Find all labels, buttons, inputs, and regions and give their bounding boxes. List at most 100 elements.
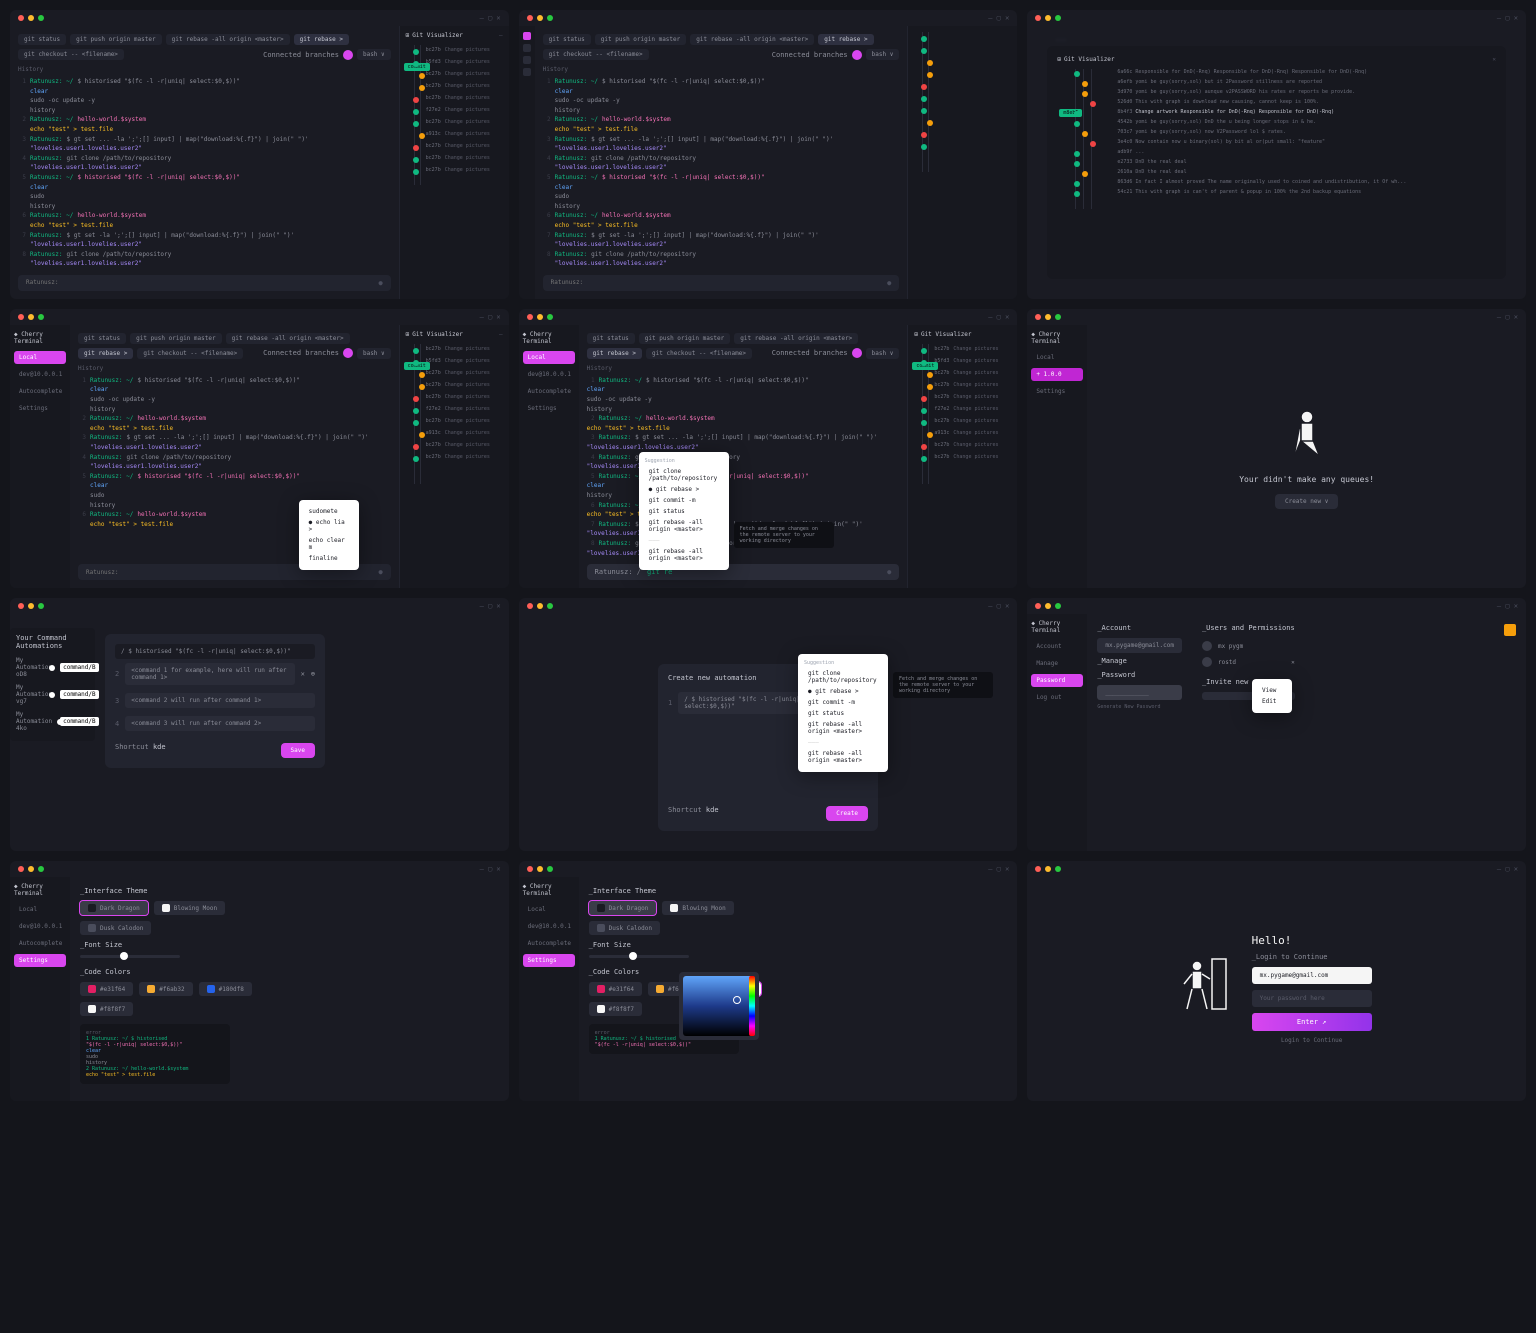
empty-text: Your didn't make any queues! [1239, 475, 1374, 484]
empty-queue-window: — ▢ ✕ ◆ Cherry Terminal Local + 1.0.0 Se… [1027, 309, 1526, 588]
login-window: — ▢ ✕ Hello! _Login to Continue mx.pygam… [1027, 861, 1526, 1101]
command-line[interactable]: / $ historised "$(fc -l -r|uniq| select:… [115, 644, 315, 659]
add-icon[interactable]: ⊕ [311, 670, 315, 678]
avatar [1202, 641, 1212, 651]
color-picker[interactable] [679, 972, 759, 1040]
suggest-tooltip: Fetch and merge changes on the remote se… [734, 522, 834, 548]
lang-select[interactable]: bash ∨ [357, 49, 391, 60]
panel-title: Your Command Automations [16, 634, 89, 650]
color-chip[interactable]: #e31f64 [80, 982, 133, 996]
avatar [1202, 657, 1212, 667]
suggestion-item[interactable]: ● echo lia > [305, 517, 353, 535]
sidebar-item[interactable]: dev@10.0.0.1 [14, 368, 66, 381]
automations-window: — ▢ ✕ Your Command Automations My Automa… [10, 598, 509, 851]
app-title: ◆ Cherry Terminal [14, 331, 66, 345]
nav-icon[interactable] [523, 32, 531, 40]
terminal-pane: git status git push origin master git re… [10, 26, 399, 299]
window-controls: — ▢ ✕ [480, 14, 501, 22]
empty-illustration-icon [1277, 405, 1337, 465]
git-visualizer: ⊞Git Visualizer— commit bc27bChange pict… [399, 26, 509, 299]
tab[interactable]: git rebase > [294, 34, 349, 45]
close-icon[interactable]: ✕ [1291, 659, 1295, 666]
user-row: rostd✕ [1202, 654, 1295, 670]
suggestion-item[interactable]: finaline [305, 553, 353, 564]
settings-content: _Account mx.pygame@gmail.com _Manage _Pa… [1087, 614, 1526, 851]
git-viz-modal: ⊞Git Visualizer✕ m8eb5 6a66c Responsible… [1047, 46, 1506, 279]
create-automation-window: — ▢ ✕ Create new automation 1/ $ histori… [519, 598, 1018, 851]
theme-chip[interactable]: Dusk Calodon [80, 921, 151, 935]
titlebar: — ▢ ✕ [10, 10, 509, 26]
max-dot[interactable] [38, 15, 44, 21]
history-label: History [18, 66, 391, 73]
login-content: Hello! _Login to Continue mx.pygame@gmai… [1027, 877, 1526, 1101]
password-field[interactable]: ____________ [1097, 685, 1182, 700]
create-new-button[interactable]: Create new ∨ [1275, 494, 1338, 509]
icon-sidebar [519, 26, 535, 299]
mic-icon[interactable]: ● [378, 279, 382, 287]
code-preview: error 1 Ratunusz: ~/ $ historised "$(fc … [80, 1024, 230, 1084]
permission-popup: View Edit [1252, 679, 1292, 713]
terminal-window: — ▢ ✕ git status git push origin master … [10, 10, 509, 299]
color-gradient[interactable] [683, 976, 755, 1036]
tab[interactable]: git push origin master [70, 34, 161, 45]
theme-colorpicker-window: — ▢ ✕ ◆ Cherry Terminal Local dev@10.0.0… [519, 861, 1018, 1101]
create-automation-modal: Create new automation 1/ $ historised "$… [658, 664, 878, 831]
close-icon[interactable]: ✕ [1492, 56, 1496, 63]
font-slider[interactable] [80, 955, 180, 958]
tab[interactable]: git status [18, 34, 66, 45]
generate-pw-link[interactable]: Generate New Password [1097, 704, 1182, 710]
nav-icon[interactable] [523, 68, 531, 76]
warning-icon[interactable] [1504, 624, 1516, 636]
automations-list: Your Command Automations My Automation o… [10, 628, 95, 741]
save-button[interactable]: Save [281, 743, 315, 758]
theme-settings-window: — ▢ ✕ ◆ Cherry Terminal Local dev@10.0.0… [10, 861, 509, 1101]
login-heading: Hello! [1252, 934, 1372, 947]
close-icon[interactable]: — [499, 32, 503, 39]
theme-chip[interactable]: Dark Dragon [80, 901, 148, 915]
suggestion-item[interactable]: echo clear m [305, 535, 353, 553]
sidebar-item[interactable]: Settings [14, 402, 66, 415]
command-input[interactable]: ● [18, 275, 391, 291]
terminal-git-suggest: — ▢ ✕ ◆ Cherry Terminal Local dev@10.0.0… [519, 309, 1018, 588]
suggestion-item[interactable]: sudomete [305, 506, 353, 517]
close-dot[interactable] [18, 15, 24, 21]
password-input[interactable]: Your password here [1252, 990, 1372, 1007]
nav-icon[interactable] [523, 56, 531, 64]
viz-icon: ⊞ [1057, 56, 1061, 63]
login-illustration-icon [1182, 954, 1232, 1024]
tab[interactable]: git checkout -- <filename> [18, 49, 124, 60]
nav-icon[interactable] [523, 44, 531, 52]
tab[interactable]: git rebase -all origin <master> [166, 34, 290, 45]
command-field[interactable] [26, 279, 372, 286]
login-button[interactable]: Enter ↗ [1252, 1013, 1372, 1031]
git-suggest-popup: Suggestion git clone /path/to/repository… [639, 452, 729, 570]
version-pill[interactable]: + 1.0.0 [1031, 368, 1083, 381]
color-chip[interactable]: #f8f8f7 [80, 1002, 133, 1016]
color-chip[interactable]: #f6ab32 [139, 982, 192, 996]
empty-state: Your didn't make any queues! Create new … [1087, 325, 1526, 588]
sidebar-item[interactable]: Local [14, 351, 66, 364]
user-avatar[interactable] [343, 50, 353, 60]
git-viz-expanded: — ▢ ✕ ⊞Git Visualizer✕ m8eb5 6a66c Respo… [1027, 10, 1526, 299]
sidebar: ◆ Cherry Terminal Local dev@10.0.0.1 Aut… [10, 325, 70, 588]
hue-slider[interactable] [749, 976, 755, 1036]
commit-graph: commit bc27bChange pictures b5fd3Change … [406, 45, 503, 185]
suggest-popup: Suggestion git clone /path/to/repository… [798, 654, 888, 772]
sidebar-item[interactable]: Autocomplete [14, 385, 66, 398]
user-row: mx pygm [1202, 638, 1295, 654]
login-subheading: _Login to Continue [1252, 953, 1372, 961]
color-chip[interactable]: #180df8 [199, 982, 252, 996]
email-input[interactable]: mx.pygame@gmail.com [1252, 967, 1372, 984]
automation-editor: / $ historised "$(fc -l -r|uniq| select:… [105, 634, 325, 768]
terminal-output: 1Ratunusz: ~/$ historised "$(fc -l -r|un… [18, 77, 391, 269]
autocomplete-popup: sudomete ● echo lia > echo clear m final… [299, 500, 359, 570]
branches-label: Connected branches [263, 51, 339, 59]
terminal-with-sidebar: — ▢ ✕ ◆ Cherry Terminal Local dev@10.0.0… [10, 309, 509, 588]
remove-icon[interactable]: ✕ [301, 670, 305, 678]
login-link[interactable]: Login to Continue [1252, 1037, 1372, 1044]
terminal-window-collapsed-sidebar: — ▢ ✕ git status git push origin master … [519, 10, 1018, 299]
theme-chip[interactable]: Blowing Moon [154, 901, 225, 915]
viz-title: ⊞ [406, 32, 410, 39]
create-button[interactable]: Create [826, 806, 868, 821]
min-dot[interactable] [28, 15, 34, 21]
